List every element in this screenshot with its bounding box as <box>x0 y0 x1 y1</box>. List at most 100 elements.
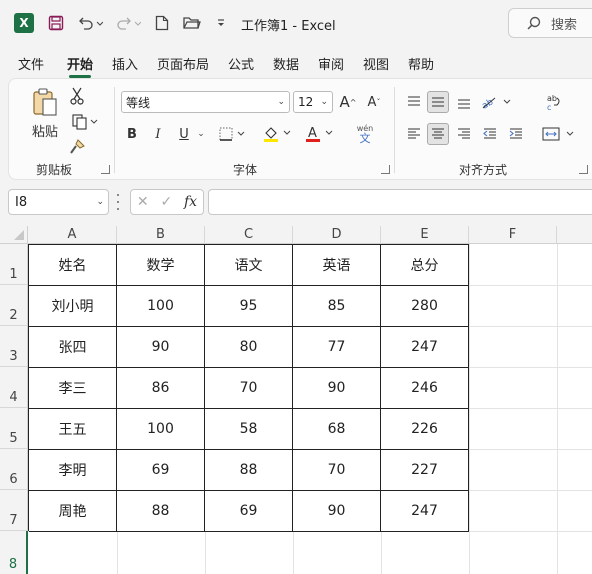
cell-b3[interactable]: 90 <box>117 327 205 368</box>
folder-open-icon[interactable] <box>182 12 202 34</box>
row-header-1[interactable]: 1 <box>0 244 28 285</box>
font-color-button[interactable]: A <box>303 123 337 145</box>
cell-d1[interactable]: 英语 <box>293 245 381 286</box>
cell-e6[interactable]: 227 <box>381 450 469 491</box>
grow-font-button[interactable]: A ^ <box>337 91 359 113</box>
alignment-launcher-icon[interactable] <box>579 165 588 174</box>
cancel-icon[interactable]: ✕ <box>137 194 149 210</box>
align-left-button[interactable] <box>403 123 425 145</box>
cell-a5[interactable]: 王五 <box>29 409 117 450</box>
align-top-button[interactable] <box>403 91 425 113</box>
align-center-button[interactable] <box>427 123 449 145</box>
redo-icon[interactable] <box>114 12 142 34</box>
cell-c5[interactable]: 58 <box>205 409 293 450</box>
cut-button[interactable] <box>67 85 87 107</box>
merge-center-button[interactable] <box>541 123 577 145</box>
shrink-font-button[interactable]: Aˇ <box>363 91 385 113</box>
tab-review[interactable]: 审阅 <box>318 54 344 73</box>
search-box[interactable]: 搜索 <box>508 8 592 38</box>
cell-c1[interactable]: 语文 <box>205 245 293 286</box>
increase-indent-button[interactable] <box>505 123 527 145</box>
column-header-e[interactable]: E <box>381 226 469 244</box>
cell-b6[interactable]: 69 <box>117 450 205 491</box>
cell-a3[interactable]: 张四 <box>29 327 117 368</box>
cell-d3[interactable]: 77 <box>293 327 381 368</box>
cell-d7[interactable]: 90 <box>293 491 381 532</box>
copy-button[interactable] <box>67 111 103 133</box>
font-name-select[interactable]: 等线 ⌄ <box>121 91 290 113</box>
save-icon[interactable] <box>46 12 66 34</box>
align-right-button[interactable] <box>453 123 475 145</box>
insert-function-button[interactable]: fx <box>184 194 197 210</box>
fill-color-button[interactable] <box>261 123 295 145</box>
tab-view[interactable]: 视图 <box>363 54 389 73</box>
cell-b2[interactable]: 100 <box>117 286 205 327</box>
column-header-a[interactable]: A <box>28 226 117 244</box>
cell-e7[interactable]: 247 <box>381 491 469 532</box>
cell-e3[interactable]: 247 <box>381 327 469 368</box>
font-size-select[interactable]: 12 ⌄ <box>293 91 333 113</box>
row-header-5[interactable]: 5 <box>0 408 28 449</box>
cell-a7[interactable]: 周艳 <box>29 491 117 532</box>
row-header-2[interactable]: 2 <box>0 285 28 326</box>
row-header-8[interactable]: 8 <box>0 531 28 574</box>
font-launcher-icon[interactable] <box>381 165 390 174</box>
cell-d4[interactable]: 90 <box>293 368 381 409</box>
cell-c2[interactable]: 95 <box>205 286 293 327</box>
cell-d2[interactable]: 85 <box>293 286 381 327</box>
cell-c7[interactable]: 69 <box>205 491 293 532</box>
spreadsheet-grid[interactable]: A B C D E F 1 2 3 4 5 6 7 8 姓名 数学 语文 英语 … <box>0 226 592 574</box>
column-header-f[interactable]: F <box>469 226 557 244</box>
cell-a4[interactable]: 李三 <box>29 368 117 409</box>
tab-home[interactable]: 开始 <box>67 54 93 78</box>
tab-file[interactable]: 文件 <box>18 54 44 73</box>
wrap-text-button[interactable]: ab c <box>543 91 565 113</box>
column-header-g[interactable] <box>557 226 592 244</box>
orientation-button[interactable]: ab <box>479 91 513 113</box>
cell-a2[interactable]: 刘小明 <box>29 286 117 327</box>
italic-button[interactable]: I <box>147 123 169 145</box>
tab-data[interactable]: 数据 <box>273 54 299 73</box>
cell-e2[interactable]: 280 <box>381 286 469 327</box>
cell-c3[interactable]: 80 <box>205 327 293 368</box>
cell-a1[interactable]: 姓名 <box>29 245 117 286</box>
column-header-d[interactable]: D <box>293 226 381 244</box>
tab-help[interactable]: 帮助 <box>408 54 434 73</box>
tab-insert[interactable]: 插入 <box>112 54 138 73</box>
cell-c4[interactable]: 70 <box>205 368 293 409</box>
cell-a6[interactable]: 李明 <box>29 450 117 491</box>
paste-button[interactable]: 粘贴 <box>27 85 63 141</box>
format-painter-button[interactable] <box>67 137 87 157</box>
bold-button[interactable]: B <box>121 123 143 145</box>
phonetic-guide-button[interactable]: wén 文 <box>347 121 383 147</box>
decrease-indent-button[interactable] <box>479 123 501 145</box>
align-middle-button[interactable] <box>427 91 449 113</box>
cell-e1[interactable]: 总分 <box>381 245 469 286</box>
row-header-6[interactable]: 6 <box>0 449 28 490</box>
cell-c6[interactable]: 88 <box>205 450 293 491</box>
column-header-b[interactable]: B <box>117 226 205 244</box>
formula-input[interactable] <box>208 189 592 215</box>
formula-bar-handle[interactable] <box>116 194 120 210</box>
cell-d6[interactable]: 70 <box>293 450 381 491</box>
cell-e4[interactable]: 246 <box>381 368 469 409</box>
cell-b5[interactable]: 100 <box>117 409 205 450</box>
column-header-c[interactable]: C <box>205 226 293 244</box>
tab-formulas[interactable]: 公式 <box>228 54 254 73</box>
cell-b4[interactable]: 86 <box>117 368 205 409</box>
tab-page-layout[interactable]: 页面布局 <box>157 54 209 73</box>
cell-b1[interactable]: 数学 <box>117 245 205 286</box>
check-icon[interactable]: ✓ <box>160 194 172 210</box>
cell-d5[interactable]: 68 <box>293 409 381 450</box>
customize-icon[interactable] <box>214 12 228 34</box>
select-all-corner[interactable] <box>0 226 28 244</box>
row-header-4[interactable]: 4 <box>0 367 28 408</box>
underline-button[interactable]: U <box>173 123 195 145</box>
row-header-7[interactable]: 7 <box>0 490 28 531</box>
underline-dropdown[interactable]: ⌄ <box>195 123 207 145</box>
clipboard-launcher-icon[interactable] <box>101 165 110 174</box>
align-bottom-button[interactable] <box>453 91 475 113</box>
cell-b7[interactable]: 88 <box>117 491 205 532</box>
new-file-icon[interactable] <box>152 12 172 34</box>
row-header-3[interactable]: 3 <box>0 326 28 367</box>
